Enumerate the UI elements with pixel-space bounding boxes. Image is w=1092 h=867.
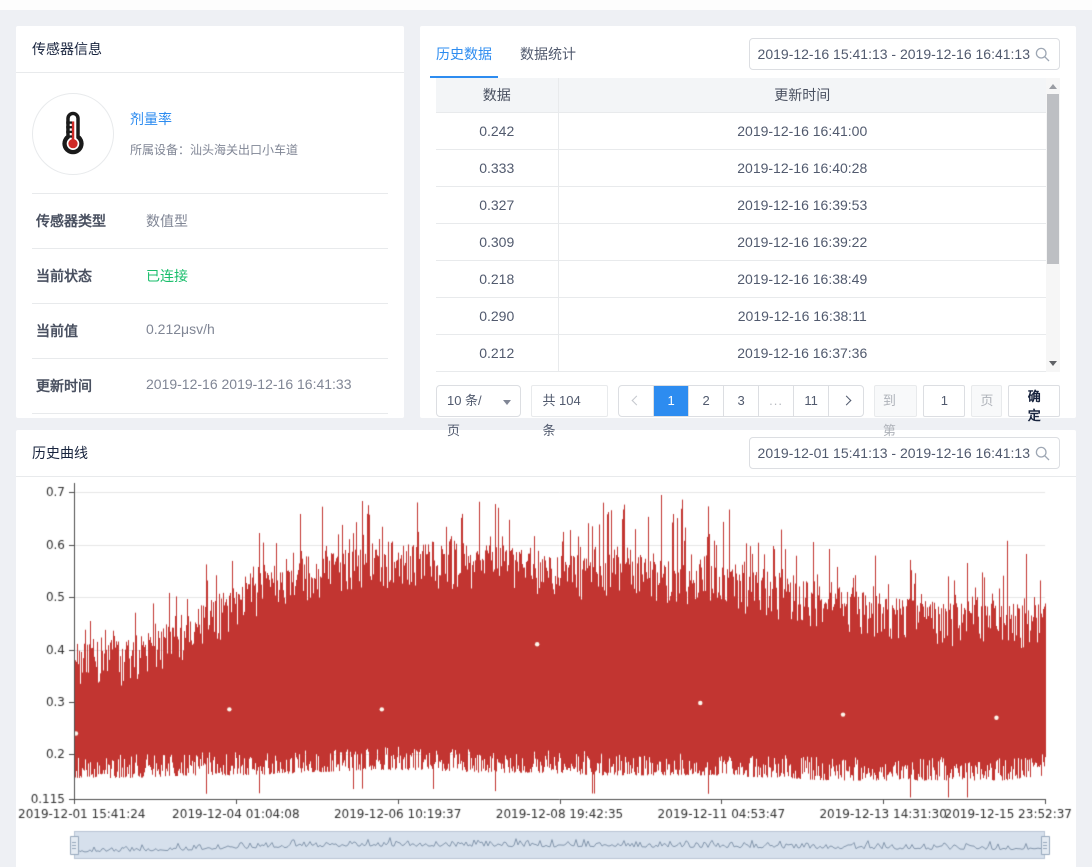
history-data-panel: 历史数据 数据统计 2019-12-16 15:41:13 - 2019-12-… [420, 26, 1076, 418]
sensor-name-link[interactable]: 剂量率 [130, 109, 298, 129]
sensor-type-value: 数值型 [146, 211, 188, 231]
curve-date-range-picker[interactable]: 2019-12-01 15:41:13 - 2019-12-16 16:41:1… [749, 437, 1060, 469]
tab-history-data[interactable]: 历史数据 [436, 44, 492, 78]
table-date-range-value: 2019-12-16 15:41:13 - 2019-12-16 16:41:1… [758, 46, 1030, 62]
tab-data-statistics[interactable]: 数据统计 [520, 44, 576, 78]
history-curve-panel: 历史曲线 2019-12-01 15:41:13 - 2019-12-16 16… [16, 430, 1076, 865]
cell-value: 0.309 [436, 223, 558, 260]
goto-label: 到第 [874, 385, 918, 417]
scrollbar-thumb[interactable] [1047, 94, 1059, 264]
chevron-down-icon [503, 400, 511, 405]
table-row[interactable]: 0.3092019-12-16 16:39:22 [436, 223, 1046, 260]
current-value: 0.212μsv/h [146, 321, 215, 341]
col-header-value: 数据 [436, 78, 558, 112]
scroll-down-icon[interactable] [1046, 358, 1060, 370]
table-row[interactable]: 0.2122019-12-16 16:37:36 [436, 334, 1046, 371]
page-button-1[interactable]: 1 [654, 386, 689, 416]
cell-time: 2019-12-16 16:39:22 [558, 223, 1046, 260]
sensor-info-panel: 传感器信息 [16, 26, 404, 418]
page-button-3[interactable]: 3 [724, 386, 759, 416]
scroll-up-icon[interactable] [1046, 80, 1060, 92]
status-badge: 已连接 [146, 266, 188, 286]
info-label: 当前状态 [36, 266, 146, 286]
sensor-panel-title: 传感器信息 [16, 26, 404, 73]
thermometer-icon [44, 105, 102, 163]
cell-value: 0.212 [436, 334, 558, 371]
search-icon[interactable] [1034, 445, 1051, 462]
cell-value: 0.242 [436, 112, 558, 149]
info-label: 更新时间 [36, 376, 146, 396]
cell-time: 2019-12-16 16:38:49 [558, 260, 1046, 297]
update-time-value: 2019-12-16 2019-12-16 16:41:33 [146, 376, 352, 396]
chevron-left-icon [631, 395, 641, 405]
page-label: 页 [971, 385, 1002, 417]
table-row[interactable]: 0.2422019-12-16 16:41:00 [436, 112, 1046, 149]
top-strip [0, 0, 1092, 10]
info-row-status: 当前状态 已连接 [32, 249, 388, 304]
goto-page-input[interactable] [923, 385, 965, 417]
cell-time: 2019-12-16 16:40:28 [558, 149, 1046, 186]
curve-panel-title: 历史曲线 [32, 443, 88, 463]
page-button-11[interactable]: 11 [794, 386, 829, 416]
confirm-button[interactable]: 确定 [1008, 385, 1060, 417]
table-date-range-picker[interactable]: 2019-12-16 15:41:13 - 2019-12-16 16:41:1… [749, 38, 1060, 70]
page-size-select[interactable]: 10 条/页 [436, 385, 521, 417]
cell-value: 0.333 [436, 149, 558, 186]
cell-value: 0.290 [436, 297, 558, 334]
table-scrollbar[interactable] [1046, 78, 1060, 372]
table-header-row: 数据 更新时间 [436, 78, 1046, 112]
cell-time: 2019-12-16 16:38:11 [558, 297, 1046, 334]
info-row-sensor-type: 传感器类型 数值型 [32, 194, 388, 249]
sensor-profile: 剂量率 所属设备：汕头海关出口小车道 [32, 73, 388, 194]
table-row[interactable]: 0.3332019-12-16 16:40:28 [436, 149, 1046, 186]
sensor-info-list: 传感器类型 数值型 当前状态 已连接 当前值 0.212μsv/h 更新时间 2… [32, 194, 388, 414]
cell-value: 0.218 [436, 260, 558, 297]
pagination-bar: 10 条/页 共 104 条 1 2 3 ... 11 到第 页 [420, 372, 1076, 430]
device-label: 所属设备：汕头海关出口小车道 [130, 141, 298, 158]
history-curve-chart[interactable] [16, 477, 1076, 867]
total-count: 共 104 条 [531, 385, 608, 417]
table-row[interactable]: 0.2902019-12-16 16:38:11 [436, 297, 1046, 334]
chevron-right-icon [842, 395, 852, 405]
col-header-time: 更新时间 [558, 78, 1046, 112]
page-button-2[interactable]: 2 [689, 386, 724, 416]
search-icon[interactable] [1034, 46, 1051, 63]
cell-time: 2019-12-16 16:41:00 [558, 112, 1046, 149]
page-jump: 到第 页 确定 [874, 385, 1060, 417]
next-page-button[interactable] [829, 386, 864, 416]
info-row-current-value: 当前值 0.212μsv/h [32, 304, 388, 359]
page-ellipsis[interactable]: ... [759, 386, 794, 416]
cell-time: 2019-12-16 16:37:36 [558, 334, 1046, 371]
info-label: 当前值 [36, 321, 146, 341]
cell-time: 2019-12-16 16:39:53 [558, 186, 1046, 223]
curve-date-range-value: 2019-12-01 15:41:13 - 2019-12-16 16:41:1… [758, 445, 1030, 461]
dashboard: 传感器信息 [0, 10, 1092, 867]
cell-value: 0.327 [436, 186, 558, 223]
table-row[interactable]: 0.3272019-12-16 16:39:53 [436, 186, 1046, 223]
info-label: 传感器类型 [36, 211, 146, 231]
history-table: 数据 更新时间 0.2422019-12-16 16:41:00 0.33320… [436, 78, 1060, 372]
tab-bar: 历史数据 数据统计 [436, 38, 576, 78]
sensor-avatar [32, 93, 114, 175]
pager: 1 2 3 ... 11 [618, 385, 864, 417]
table-row[interactable]: 0.2182019-12-16 16:38:49 [436, 260, 1046, 297]
info-row-update-time: 更新时间 2019-12-16 2019-12-16 16:41:33 [32, 359, 388, 414]
prev-page-button[interactable] [619, 386, 654, 416]
